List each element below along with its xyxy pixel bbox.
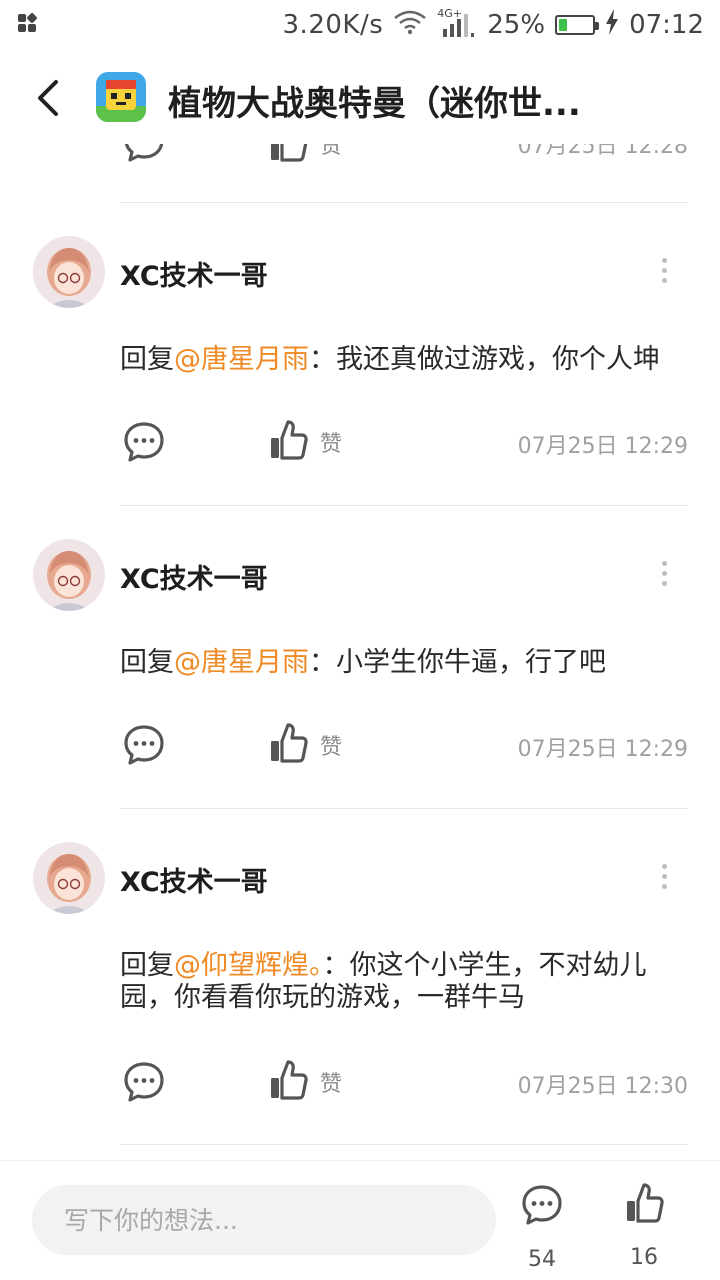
like-label[interactable]: 赞 bbox=[320, 144, 342, 160]
mention-link[interactable]: @唐星月雨 bbox=[174, 344, 309, 375]
partial-comment-actions: 赞 07月25日 12:28 bbox=[0, 144, 720, 180]
comment-timestamp: 07月25日 12:29 bbox=[517, 737, 688, 762]
comment-input[interactable] bbox=[32, 1185, 496, 1255]
comment-username[interactable]: XC技术一哥 bbox=[120, 557, 268, 596]
comment-text: 回复@唐星月雨：我还真做过游戏，你个人坤 bbox=[120, 344, 688, 376]
divider bbox=[120, 1144, 688, 1145]
comment-timestamp: 07月25日 12:28 bbox=[517, 144, 688, 159]
comment-bubble-icon bbox=[522, 1185, 562, 1225]
battery-percent: 25% bbox=[487, 10, 546, 40]
reply-prefix: 回复 bbox=[120, 647, 174, 678]
comments-button[interactable]: 54 bbox=[518, 1183, 566, 1273]
clock: 07:12 bbox=[629, 10, 704, 40]
more-options-icon[interactable] bbox=[655, 256, 675, 286]
comment-bubble-icon[interactable] bbox=[122, 1060, 166, 1104]
mention-link[interactable]: @唐星月雨 bbox=[174, 647, 309, 678]
comment-count: 54 bbox=[528, 1247, 556, 1272]
comment-actions: 赞 07月25日 12:29 bbox=[0, 420, 720, 464]
bottom-action-bar: 54 16 bbox=[0, 1160, 720, 1280]
avatar[interactable] bbox=[33, 236, 105, 308]
comment-username[interactable]: XC技术一哥 bbox=[120, 860, 268, 899]
comment-item: XC技术一哥 回复@仰望辉煌。：你这个小学生，不对幼儿园，你看看你玩的游戏，一群… bbox=[0, 842, 720, 1142]
mention-link[interactable]: @仰望辉煌。 bbox=[174, 950, 323, 981]
comment-item: XC技术一哥 回复@唐星月雨：小学生你牛逼，行了吧 赞 07月25日 12:29 bbox=[0, 539, 720, 809]
comment-feed[interactable]: 赞 07月25日 12:28 XC技术一哥 回复@唐星月雨：我还真做过游戏，你个… bbox=[0, 144, 720, 1160]
thumbs-up-icon[interactable] bbox=[268, 1058, 308, 1102]
charging-icon bbox=[605, 8, 619, 42]
wifi-icon bbox=[393, 9, 427, 42]
chevron-left-icon bbox=[38, 80, 58, 116]
thumbs-up-icon bbox=[627, 1183, 664, 1223]
reply-prefix: 回复 bbox=[120, 950, 174, 981]
reply-body: ：小学生你牛逼，行了吧 bbox=[309, 647, 606, 678]
like-label[interactable]: 赞 bbox=[320, 426, 342, 458]
network-speed: 3.20K/s bbox=[282, 10, 384, 40]
comment-actions: 赞 07月25日 12:30 bbox=[0, 1060, 720, 1104]
reply-body: ：我还真做过游戏，你个人坤 bbox=[309, 344, 660, 375]
avatar[interactable] bbox=[33, 539, 105, 611]
thumbs-up-icon[interactable] bbox=[268, 418, 308, 462]
battery-icon bbox=[555, 15, 600, 35]
page-title: 植物大战奥特曼（迷你世... bbox=[168, 84, 581, 124]
like-label[interactable]: 赞 bbox=[320, 1066, 342, 1098]
more-options-icon[interactable] bbox=[655, 559, 675, 589]
divider bbox=[120, 808, 688, 809]
comment-timestamp: 07月25日 12:30 bbox=[517, 1074, 688, 1099]
comment-item: XC技术一哥 回复@唐星月雨：我还真做过游戏，你个人坤 赞 07月25日 12:… bbox=[0, 236, 720, 506]
back-button[interactable] bbox=[30, 76, 70, 120]
comment-bubble-icon[interactable] bbox=[122, 723, 166, 767]
more-options-icon[interactable] bbox=[655, 862, 675, 892]
comment-bubble-icon[interactable] bbox=[122, 420, 166, 464]
like-button[interactable]: 16 bbox=[620, 1181, 668, 1271]
avatar[interactable] bbox=[33, 842, 105, 914]
comment-actions: 赞 07月25日 12:29 bbox=[0, 723, 720, 767]
like-count: 16 bbox=[630, 1245, 658, 1270]
like-label[interactable]: 赞 bbox=[320, 729, 342, 761]
status-bar: 3.20K/s 4G+ 25% 07:12 bbox=[0, 0, 720, 52]
game-logo-icon bbox=[96, 72, 146, 122]
comment-text: 回复@唐星月雨：小学生你牛逼，行了吧 bbox=[120, 647, 688, 679]
divider bbox=[120, 202, 688, 203]
app-header: 植物大战奥特曼（迷你世... bbox=[0, 52, 720, 144]
thumbs-up-icon[interactable] bbox=[268, 721, 308, 765]
comment-text: 回复@仰望辉煌。：你这个小学生，不对幼儿园，你看看你玩的游戏，一群牛马 bbox=[120, 950, 688, 1014]
thumbs-up-icon[interactable] bbox=[268, 144, 308, 164]
comment-bubble-icon[interactable] bbox=[122, 144, 166, 164]
cellular-signal-icon: 4G+ bbox=[437, 7, 477, 39]
comment-username[interactable]: XC技术一哥 bbox=[120, 254, 268, 293]
divider bbox=[120, 505, 688, 506]
notification-app-icon bbox=[18, 12, 38, 34]
comment-timestamp: 07月25日 12:29 bbox=[517, 434, 688, 459]
reply-prefix: 回复 bbox=[120, 344, 174, 375]
